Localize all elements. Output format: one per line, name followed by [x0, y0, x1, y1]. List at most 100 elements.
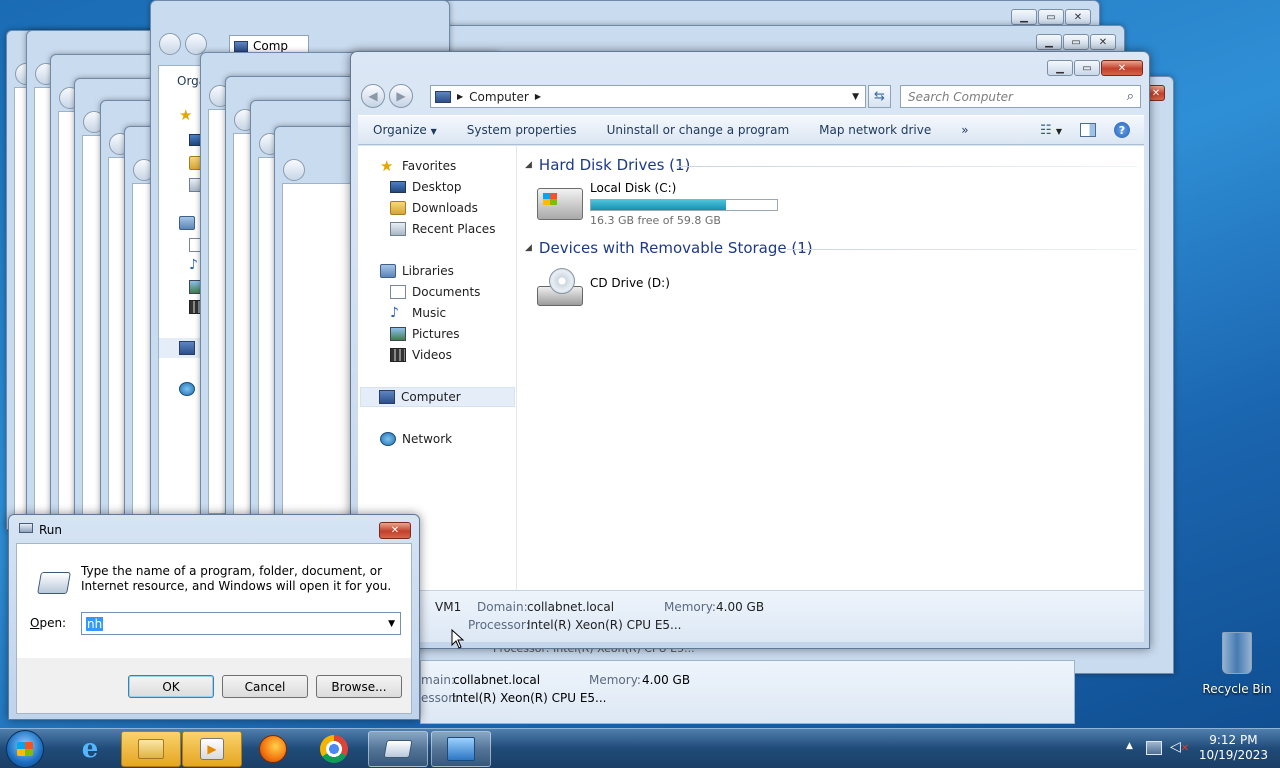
open-combobox[interactable]: nh ▼ [81, 612, 401, 635]
command-bar: Organize ▼ System properties Uninstall o… [358, 115, 1144, 145]
nav-documents[interactable]: Documents [390, 282, 480, 302]
window-caption-buttons: ▁ ▭ ✕ [1047, 60, 1143, 76]
minimize-icon[interactable]: ▁ [1047, 60, 1073, 76]
volume-muted-icon[interactable]: ◁✕ [1170, 739, 1189, 755]
content-pane: ◢ Hard Disk Drives (1) Local Disk (C:) 1… [517, 146, 1144, 590]
forward-button[interactable]: ▶ [389, 84, 413, 108]
nav-downloads[interactable]: Downloads [390, 198, 478, 218]
start-button[interactable] [6, 730, 44, 768]
breadcrumb-arrow-icon[interactable]: ▶ [535, 92, 541, 101]
close-icon[interactable]: ✕ [1101, 60, 1143, 76]
cd-drive-item[interactable]: CD Drive (D:) [535, 264, 685, 312]
nav-music[interactable]: ♪ Music [390, 303, 446, 323]
minimize-icon[interactable]: ▁ [1011, 9, 1037, 25]
taskbar-chrome[interactable] [304, 731, 364, 767]
star-icon: ★ [380, 157, 394, 175]
mouse-cursor-icon [451, 629, 465, 649]
uninstall-program-button[interactable]: Uninstall or change a program [592, 123, 805, 137]
ok-button[interactable]: OK [128, 675, 214, 698]
preview-pane-icon[interactable] [1080, 123, 1096, 137]
memory-value: 4.00 GB [716, 600, 765, 614]
downloads-folder-icon [390, 201, 406, 215]
taskbar-control-panel[interactable] [431, 731, 491, 767]
search-icon[interactable]: ⌕ [1127, 89, 1134, 104]
close-icon[interactable]: ✕ [1065, 9, 1091, 25]
desktop-icon [390, 181, 406, 193]
collapse-triangle-icon[interactable]: ◢ [525, 243, 532, 253]
maximize-icon[interactable]: ▭ [1074, 60, 1100, 76]
taskbar-explorer[interactable] [121, 731, 181, 767]
cd-drive-name: CD Drive (D:) [590, 276, 670, 290]
organize-button[interactable]: Organize ▼ [358, 123, 452, 137]
search-input[interactable]: Search Computer ⌕ [900, 85, 1141, 108]
chevron-down-icon[interactable]: ▼ [852, 92, 859, 102]
maximize-icon[interactable]: ▭ [1063, 34, 1089, 50]
breadcrumb-computer[interactable]: Computer [469, 90, 529, 104]
taskbar-run[interactable] [368, 731, 428, 767]
nav-libraries[interactable]: Libraries [380, 261, 454, 281]
nav-desktop[interactable]: Desktop [390, 177, 462, 197]
taskbar-firefox[interactable] [243, 731, 303, 767]
run-dialog-body: Type the name of a program, folder, docu… [16, 543, 412, 714]
breadcrumb-arrow-icon[interactable]: ▶ [457, 92, 463, 101]
memory-label: Memory: [664, 600, 716, 614]
system-properties-button[interactable]: System properties [452, 123, 592, 137]
processor-value: Intel(R) Xeon(R) CPU E5... [527, 618, 682, 632]
browse-button[interactable]: Browse... [316, 675, 402, 698]
chevron-down-icon[interactable]: ▼ [388, 619, 395, 629]
show-hidden-icons-icon[interactable]: ▲ [1126, 741, 1133, 751]
address-bar[interactable]: ▶ Computer ▶ ▼ [430, 85, 866, 108]
nav-computer[interactable]: Computer [360, 387, 515, 407]
open-input-value[interactable]: nh [86, 616, 104, 631]
refresh-button[interactable]: ⇆ [868, 85, 891, 108]
group-divider [677, 166, 1137, 167]
more-commands-button[interactable]: » [946, 123, 983, 137]
domain-label: Domain: [477, 600, 528, 614]
removable-storage-header[interactable]: ◢ Devices with Removable Storage (1) [525, 239, 813, 257]
recycle-bin-icon [1222, 632, 1252, 674]
recycle-bin[interactable]: Recycle Bin [1200, 630, 1274, 700]
nav-favorites[interactable]: ★ Favorites [380, 156, 456, 176]
recent-places-icon [390, 222, 406, 236]
computer-icon [179, 341, 195, 355]
minimize-icon[interactable]: ▁ [1036, 34, 1062, 50]
libraries-icon [380, 264, 396, 278]
firefox-icon [259, 735, 287, 763]
cancel-button[interactable]: Cancel [222, 675, 308, 698]
back-button[interactable]: ◀ [361, 84, 385, 108]
maximize-icon[interactable]: ▭ [1038, 9, 1064, 25]
memory-value: 4.00 GB [642, 673, 691, 687]
system-clock[interactable]: 9:12 PM 10/19/2023 [1199, 733, 1268, 763]
map-network-drive-button[interactable]: Map network drive [804, 123, 946, 137]
disk-usage-bar [590, 199, 778, 211]
videos-icon [390, 348, 406, 362]
domain-label: main: [421, 673, 456, 687]
domain-value: collabnet.local [453, 673, 541, 687]
disk-usage-fill [591, 200, 727, 210]
close-icon[interactable]: ✕ [1090, 34, 1116, 50]
close-icon[interactable]: ✕ [379, 522, 411, 539]
network-tray-icon[interactable] [1146, 741, 1162, 755]
nav-recent-places[interactable]: Recent Places [390, 219, 495, 239]
taskbar-media-center[interactable]: ▶ [182, 731, 242, 767]
run-dialog[interactable]: Run ✕ Type the name of a program, folder… [8, 514, 420, 720]
collapse-triangle-icon[interactable]: ◢ [525, 160, 532, 170]
folder-icon [138, 739, 164, 759]
run-title-icon [19, 523, 33, 533]
chevron-down-icon: ▼ [430, 127, 437, 136]
help-icon[interactable]: ? [1114, 122, 1130, 138]
chrome-icon [320, 735, 348, 763]
clock-date: 10/19/2023 [1198, 748, 1268, 762]
hard-disk-drives-header[interactable]: ◢ Hard Disk Drives (1) [525, 156, 690, 174]
change-view-icon[interactable]: ☷ ▼ [1040, 123, 1062, 138]
explorer-window[interactable]: ▁ ▭ ✕ ◀ ▶ ▶ Computer ▶ ▼ ⇆ Search Comput… [350, 51, 1150, 649]
breadcrumb: Comp [253, 39, 289, 53]
nav-network[interactable]: Network [380, 429, 452, 449]
media-player-icon: ▶ [200, 738, 224, 760]
window-caption-buttons: ▁ ▭ ✕ [1011, 9, 1091, 25]
music-icon: ♪ [390, 305, 399, 321]
nav-videos[interactable]: Videos [390, 345, 452, 365]
taskbar-internet-explorer[interactable]: e [60, 731, 120, 767]
nav-pictures[interactable]: Pictures [390, 324, 460, 344]
local-disk-item[interactable]: Local Disk (C:) 16.3 GB free of 59.8 GB [535, 178, 780, 228]
